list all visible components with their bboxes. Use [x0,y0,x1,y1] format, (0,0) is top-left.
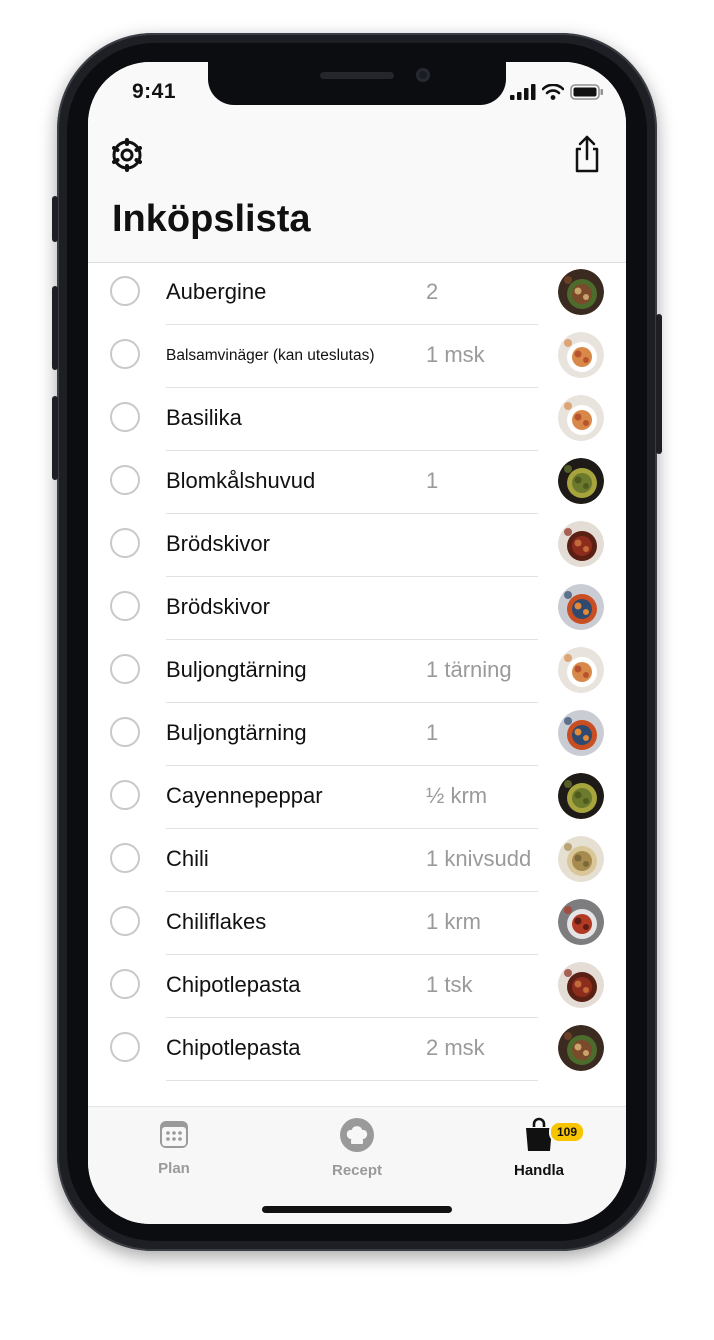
cart-count-badge: 109 [549,1121,586,1143]
list-item[interactable]: Chipotlepasta 2 msk [88,1018,626,1081]
calendar-icon [160,1121,188,1148]
checkbox[interactable] [110,843,140,873]
item-name: Chiliflakes [166,909,267,934]
list-item[interactable]: Chiliflakes 1 krm [88,892,626,955]
battery-icon [570,84,603,100]
item-name: Chipotlepasta [166,1035,301,1060]
share-button[interactable] [572,134,602,174]
checkbox[interactable] [110,339,140,369]
row-divider [166,1080,538,1081]
recipe-thumbnail[interactable] [558,269,604,315]
share-icon [575,135,599,173]
recipe-thumbnail[interactable] [558,899,604,945]
checkbox[interactable] [110,528,140,558]
settings-icon [112,138,142,172]
power-button [656,314,662,454]
volume-up-button [52,286,58,370]
recipe-thumbnail[interactable] [558,773,604,819]
list-item[interactable]: Buljongtärning 1 [88,703,626,766]
tab-recept[interactable]: Recept [297,1117,417,1179]
recipe-thumbnail[interactable] [558,836,604,882]
item-quantity: 1 [426,720,439,745]
list-item[interactable]: Brödskivor [88,577,626,640]
wifi-icon [542,84,564,100]
checkbox[interactable] [110,276,140,306]
volume-down-button [52,396,58,480]
checkbox[interactable] [110,402,140,432]
checkbox[interactable] [110,465,140,495]
recipe-thumbnail[interactable] [558,647,604,693]
checkbox[interactable] [110,654,140,684]
item-quantity: 1 tsk [426,972,473,997]
item-name: Chipotlepasta [166,972,301,997]
tab-plan-label: Plan [158,1160,190,1177]
item-quantity: 1 tärning [426,657,512,682]
item-quantity: ½ krm [426,783,488,808]
item-quantity: 1 krm [426,909,481,934]
recipe-thumbnail[interactable] [558,1025,604,1071]
checkbox[interactable] [110,969,140,999]
item-quantity: 2 msk [426,1035,485,1060]
list-item[interactable]: Buljongtärning 1 tärning [88,640,626,703]
recipe-thumbnail[interactable] [558,395,604,441]
list-item[interactable]: Balsamvinäger (kan uteslutas) 1 msk [88,325,626,388]
item-quantity: 1 msk [426,342,485,367]
checkbox[interactable] [110,906,140,936]
checkbox[interactable] [110,591,140,621]
item-name: Cayennepeppar [166,783,323,808]
tab-handla[interactable]: 109 Handla [479,1117,599,1179]
speaker-grille [320,72,394,79]
item-name: Blomkålshuvud [166,468,316,493]
item-name: Brödskivor [166,531,270,556]
item-name: Balsamvinäger (kan uteslutas) [166,347,375,364]
notch [208,62,506,105]
list-item[interactable]: Brödskivor [88,514,626,577]
item-name: Buljongtärning [166,720,307,745]
recipe-thumbnail[interactable] [558,710,604,756]
recipe-thumbnail[interactable] [558,584,604,630]
list-item[interactable]: Chili 1 knivsudd [88,829,626,892]
item-name: Buljongtärning [166,657,307,682]
recipe-thumbnail[interactable] [558,332,604,378]
item-quantity: 2 [426,279,439,304]
item-name: Brödskivor [166,594,270,619]
item-quantity: 1 knivsudd [426,846,532,871]
recipe-thumbnail[interactable] [558,521,604,567]
list-item[interactable]: Basilika [88,388,626,451]
item-name: Chili [166,846,209,871]
item-quantity: 1 [426,468,439,493]
recipe-thumbnail[interactable] [558,458,604,504]
item-name: Basilika [166,405,242,430]
chef-hat-icon [340,1118,374,1152]
checkbox[interactable] [110,780,140,810]
list-item[interactable]: Blomkålshuvud 1 [88,451,626,514]
recipe-thumbnail[interactable] [558,962,604,1008]
list-item[interactable]: Cayennepeppar ½ krm [88,766,626,829]
list-item[interactable]: Chipotlepasta 1 tsk [88,955,626,1018]
status-icons [510,84,604,100]
tab-handla-label: Handla [513,1162,564,1179]
home-indicator [262,1206,452,1213]
checkbox[interactable] [110,1032,140,1062]
status-time: 9:41 [132,80,177,103]
screen: Inköpslista 9:41 Aubergine 2 Balsamvinäger… [88,62,626,1224]
mute-switch [52,196,58,242]
page-title: Inköpslista [112,198,311,240]
list-item[interactable]: Aubergine 2 [88,262,626,325]
settings-button[interactable] [110,138,144,172]
tab-recept-label: Recept [331,1162,383,1179]
item-name: Aubergine [166,279,267,304]
cellular-signal-icon [510,84,536,100]
shopping-list: Aubergine 2 Balsamvinäger (kan uteslutas) 1… [88,262,626,1081]
tab-plan[interactable]: Plan [114,1117,234,1177]
checkbox[interactable] [110,717,140,747]
front-camera [416,68,430,82]
